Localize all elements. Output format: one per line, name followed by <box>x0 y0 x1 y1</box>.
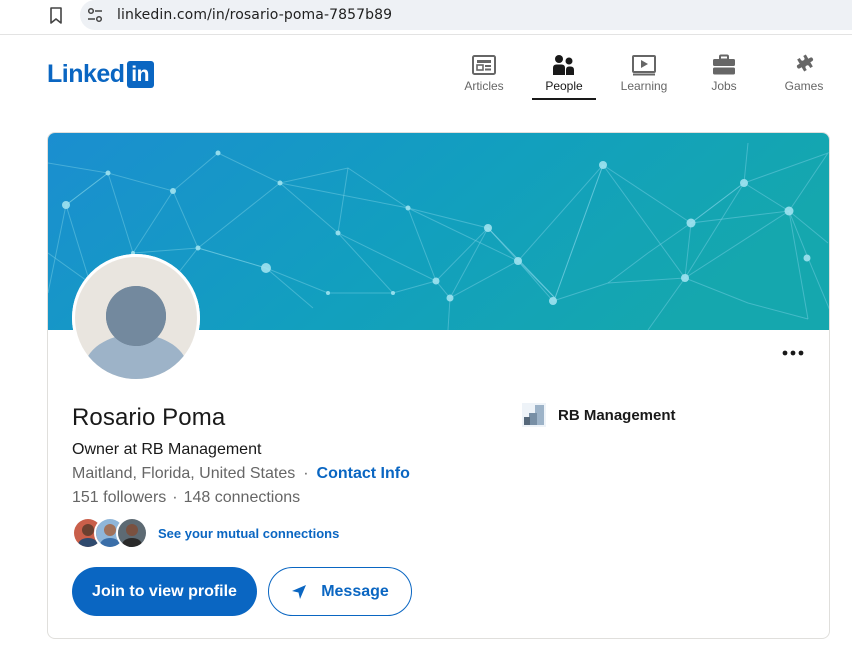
learning-icon <box>632 55 656 76</box>
nav-learning[interactable]: Learning <box>616 50 672 100</box>
profile-headline: Owner at RB Management <box>72 441 262 458</box>
people-icon <box>553 55 574 75</box>
profile-avatar[interactable] <box>72 254 200 382</box>
connections-count: 148 connections <box>183 489 301 506</box>
bookmark-icon[interactable] <box>48 6 64 26</box>
send-icon <box>291 584 307 600</box>
games-icon <box>796 54 814 72</box>
separator-dot: · <box>172 489 178 506</box>
message-button-label: Message <box>321 582 389 600</box>
mutual-connections-link[interactable]: See your mutual connections <box>158 526 339 541</box>
ellipsis-icon <box>782 350 804 356</box>
mutual-avatar <box>116 517 148 549</box>
profile-name: Rosario Poma <box>72 404 226 431</box>
nav-jobs-label: Jobs <box>711 79 737 93</box>
nav-articles-label: Articles <box>464 79 504 93</box>
nav-games-label: Games <box>784 79 824 93</box>
join-to-view-profile-button[interactable]: Join to view profile <box>72 567 257 616</box>
nav-learning-label: Learning <box>620 79 668 93</box>
nav-people-label: People <box>545 79 583 93</box>
url-text: linkedin.com/in/rosario-poma-7857b89 <box>117 7 393 23</box>
browser-address-bar: linkedin.com/in/rosario-poma-7857b89 <box>0 0 852 35</box>
person-photo-icon <box>118 519 146 547</box>
followers-count: 151 followers <box>72 489 167 506</box>
contact-info-link[interactable]: Contact Info <box>317 465 410 482</box>
logo-in-box: in <box>126 60 154 88</box>
company-name: RB Management <box>558 406 676 424</box>
message-button[interactable]: Message <box>268 567 412 616</box>
location-line: Maitland, Florida, United States · Contact… <box>72 465 410 483</box>
current-company[interactable]: RB Management <box>522 403 676 427</box>
nav-games[interactable]: Games <box>780 50 828 100</box>
mutual-connections[interactable]: See your mutual connections <box>72 517 339 549</box>
stats-line: 151 followers · 148 connections <box>72 489 300 507</box>
linkedin-logo[interactable]: Linked in <box>47 60 154 88</box>
site-settings-icon[interactable] <box>86 6 104 24</box>
profile-card <box>47 132 830 639</box>
company-logo-icon <box>522 403 546 427</box>
more-options-button[interactable] <box>776 341 810 365</box>
logo-wordmark: Linked <box>47 60 125 88</box>
profile-location: Maitland, Florida, United States <box>72 465 296 482</box>
separator-dot: · <box>303 465 309 482</box>
default-avatar-icon <box>72 254 200 382</box>
nav-jobs[interactable]: Jobs <box>700 50 748 100</box>
nav-articles[interactable]: Articles <box>460 50 508 100</box>
nav-people[interactable]: People <box>532 50 596 100</box>
articles-icon <box>472 55 496 75</box>
jobs-icon <box>713 54 735 75</box>
